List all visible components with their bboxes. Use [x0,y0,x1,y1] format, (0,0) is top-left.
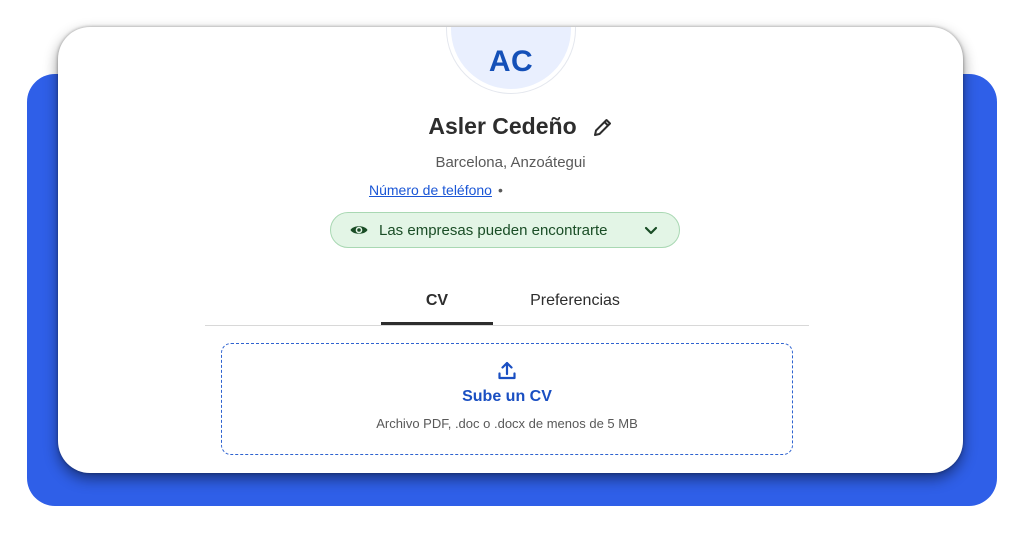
upload-cv-title: Sube un CV [462,388,552,405]
profile-tabs: CV Preferencias [205,277,809,326]
upload-cv-dropzone[interactable]: Sube un CV Archivo PDF, .doc o .docx de … [221,343,793,455]
name-row: Asler Cedeño [58,113,963,140]
avatar: AC [447,27,575,93]
tab-preferencias[interactable]: Preferencias [515,277,635,324]
visibility-toggle[interactable]: Las empresas pueden encontrarte [330,212,680,248]
chevron-down-icon [641,220,661,240]
profile-location: Barcelona, Anzoátegui [435,154,586,171]
phone-number-link[interactable]: Número de teléfono [369,182,492,198]
visibility-label: Las empresas pueden encontrarte [379,221,608,239]
screenshot-stage: AC Asler Cedeño Barcelona, Anzoátegui Nú… [0,0,1024,536]
upload-icon [496,360,518,382]
upload-cv-hint: Archivo PDF, .doc o .docx de menos de 5 … [376,416,638,431]
profile-name: Asler Cedeño [428,113,577,139]
phone-separator: • [497,182,503,198]
tab-cv[interactable]: CV [381,277,493,325]
eye-icon [349,220,369,240]
avatar-initials: AC [488,45,534,78]
phone-row: Número de teléfono • [369,182,503,198]
pencil-icon[interactable] [591,115,615,139]
profile-card: AC Asler Cedeño Barcelona, Anzoátegui Nú… [58,27,963,473]
